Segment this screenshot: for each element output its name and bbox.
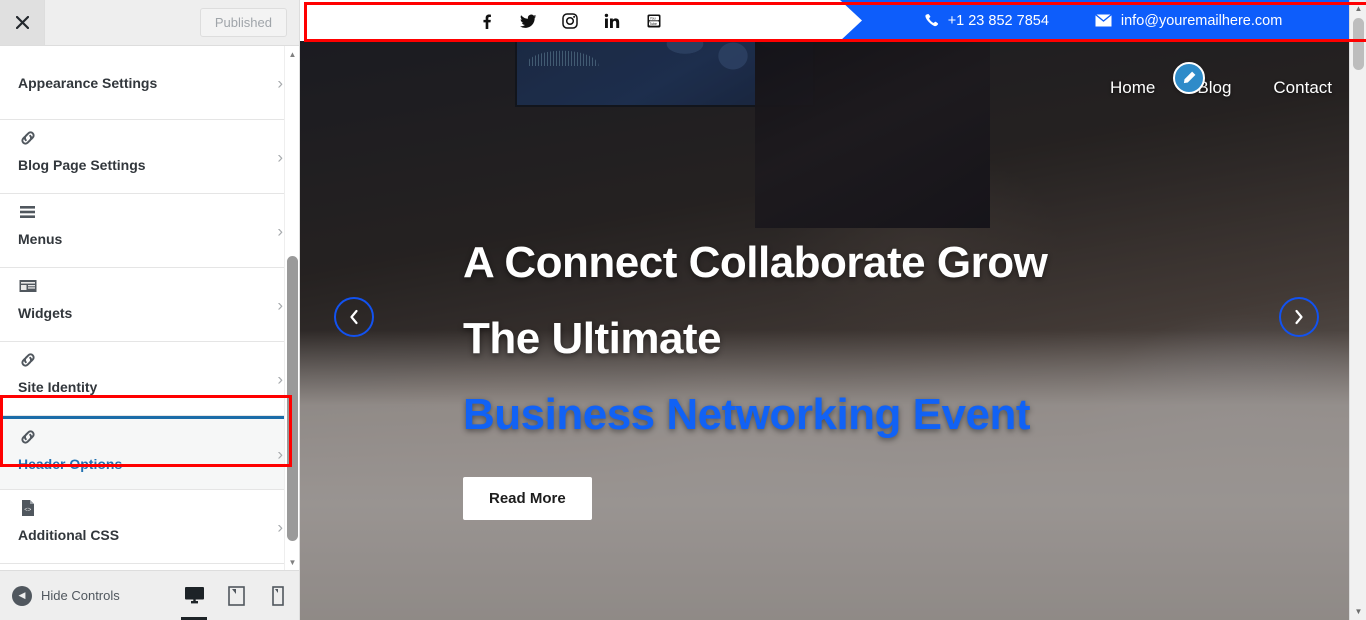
chevron-right-icon: › xyxy=(277,221,283,240)
device-desktop-button[interactable] xyxy=(173,571,215,620)
phone-icon xyxy=(924,13,939,28)
chevron-right-icon: › xyxy=(277,147,283,166)
phone-contact[interactable]: +1 23 852 7854 xyxy=(924,13,1049,29)
envelope-icon xyxy=(1094,14,1112,27)
menu-icon xyxy=(18,202,269,224)
close-customizer-button[interactable] xyxy=(0,0,45,45)
chevron-right-icon: › xyxy=(277,517,283,536)
chevron-right-icon: › xyxy=(277,369,283,388)
site-topbar: You Tube +1 23 852 7854 info@youremailher xyxy=(300,0,1366,41)
chevron-right-icon: › xyxy=(277,295,283,314)
hero-title-line-2: The Ultimate xyxy=(463,314,722,363)
sidebar-item-menus[interactable]: Menus › xyxy=(0,194,299,268)
hero-content: A Connect Collaborate Grow The Ultimate … xyxy=(463,225,1193,520)
social-links: You Tube xyxy=(477,12,663,30)
customizer-section-list: Appearance Settings › Blog Page Settings… xyxy=(0,46,299,570)
mobile-icon xyxy=(272,585,284,606)
site-navigation: Home Blog Contact xyxy=(1110,78,1332,98)
topbar-contact-area: +1 23 852 7854 info@youremailhere.com xyxy=(840,0,1366,41)
hide-controls-button[interactable]: ◀ Hide Controls xyxy=(0,585,120,606)
svg-text:Tube: Tube xyxy=(649,21,657,25)
code-file-icon: <> xyxy=(18,498,269,520)
scroll-up-arrow-icon[interactable]: ▲ xyxy=(285,46,299,62)
link-icon xyxy=(18,128,269,150)
nav-link-home[interactable]: Home xyxy=(1110,78,1155,98)
site-preview: You Tube +1 23 852 7854 info@youremailher xyxy=(300,0,1366,620)
preview-scroll-up-icon[interactable]: ▲ xyxy=(1350,0,1366,17)
tablet-icon xyxy=(227,585,245,606)
sidebar-item-label: Widgets xyxy=(18,305,73,321)
carousel-prev-button[interactable] xyxy=(334,297,374,337)
twitter-icon[interactable] xyxy=(519,12,537,30)
customizer-window: Published Appearance Settings › Blog Pag… xyxy=(0,0,1366,620)
instagram-icon[interactable] xyxy=(561,12,579,30)
sidebar-item-label: Site Identity xyxy=(18,379,98,395)
preview-scrollbar[interactable]: ▲ ▼ xyxy=(1349,0,1366,620)
sidebar-item-widgets[interactable]: Widgets › xyxy=(0,268,299,342)
email-contact[interactable]: info@youremailhere.com xyxy=(1094,12,1283,29)
chevron-left-icon xyxy=(350,309,358,325)
chevron-right-icon: › xyxy=(277,444,283,464)
linkedin-icon[interactable] xyxy=(603,12,621,30)
topbar-social-area: You Tube xyxy=(300,0,862,41)
device-mobile-button[interactable] xyxy=(257,571,299,620)
close-icon xyxy=(15,16,29,29)
sidebar-item-additional-css[interactable]: <> Additional CSS › xyxy=(0,490,299,564)
svg-text:<>: <> xyxy=(24,506,32,513)
desktop-icon xyxy=(184,587,204,604)
sidebar-item-label: Header Options xyxy=(18,456,123,472)
hero-title-line-1: A Connect Collaborate Grow xyxy=(463,238,1048,287)
hide-controls-label: Hide Controls xyxy=(41,588,120,603)
customizer-sections-scroll[interactable]: Appearance Settings › Blog Page Settings… xyxy=(0,46,299,570)
read-more-button[interactable]: Read More xyxy=(463,477,592,520)
customizer-sidebar: Published Appearance Settings › Blog Pag… xyxy=(0,0,300,620)
chevron-right-icon xyxy=(1295,309,1303,325)
phone-number: +1 23 852 7854 xyxy=(947,12,1049,29)
device-tablet-button[interactable] xyxy=(215,571,257,620)
chevron-right-icon: › xyxy=(277,73,283,92)
customizer-panel-header: Published xyxy=(0,0,299,46)
sidebar-item-header-options[interactable]: Header Options › xyxy=(0,416,299,490)
email-address: info@youremailhere.com xyxy=(1120,12,1283,29)
widgets-icon xyxy=(18,276,269,298)
sidebar-scrollbar[interactable]: ▲ ▼ xyxy=(284,46,299,570)
svg-text:You: You xyxy=(650,16,656,20)
device-preview-switcher xyxy=(173,571,299,620)
link-icon xyxy=(18,350,269,372)
facebook-icon[interactable] xyxy=(477,12,495,30)
sidebar-item-label: Blog Page Settings xyxy=(18,157,146,173)
sidebar-item-label: Additional CSS xyxy=(18,527,120,543)
sidebar-item-label: Appearance Settings xyxy=(18,75,158,91)
panel-header-spacer xyxy=(45,0,200,45)
customizer-footer: ◀ Hide Controls xyxy=(0,570,299,620)
preview-scrollbar-thumb[interactable] xyxy=(1353,18,1364,70)
hero-title-line-3: Business Networking Event xyxy=(463,390,1030,439)
pencil-icon xyxy=(1183,71,1196,84)
sidebar-item-site-identity[interactable]: Site Identity › xyxy=(0,342,299,416)
sidebar-scrollbar-thumb[interactable] xyxy=(287,256,298,541)
sidebar-item-label: Menus xyxy=(18,231,63,247)
publish-button[interactable]: Published xyxy=(199,8,287,37)
nav-link-contact[interactable]: Contact xyxy=(1273,78,1332,98)
link-icon xyxy=(18,427,269,449)
preview-scroll-down-icon[interactable]: ▼ xyxy=(1350,603,1366,620)
sidebar-item-blog-page-settings[interactable]: Blog Page Settings › xyxy=(0,120,299,194)
collapse-arrow-icon: ◀ xyxy=(12,585,32,606)
youtube-icon[interactable]: You Tube xyxy=(645,12,663,30)
edit-shortcut-button[interactable] xyxy=(1173,62,1205,94)
scroll-down-arrow-icon[interactable]: ▼ xyxy=(285,554,299,570)
carousel-next-button[interactable] xyxy=(1279,297,1319,337)
sidebar-item-appearance-settings[interactable]: Appearance Settings › xyxy=(0,46,299,120)
